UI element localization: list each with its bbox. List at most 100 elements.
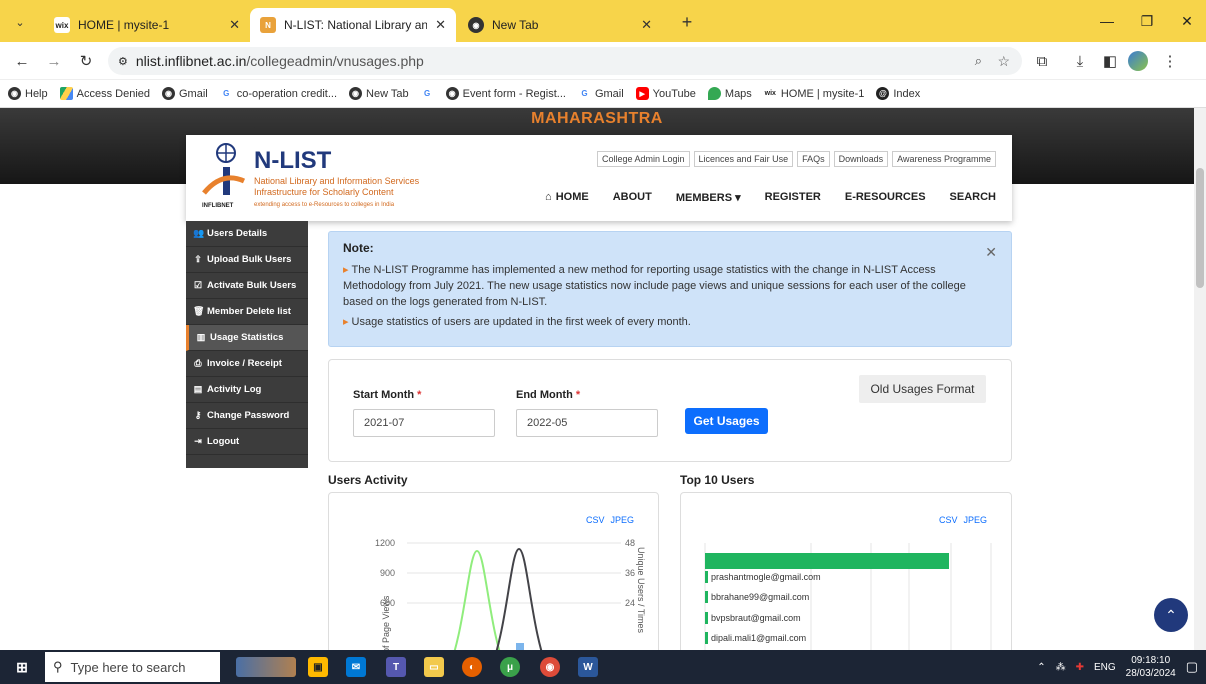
chrome-taskbar-icon[interactable]: ◉ bbox=[540, 657, 560, 677]
bookmark-index[interactable]: @ Index bbox=[876, 87, 920, 100]
close-tab-icon[interactable]: ✕ bbox=[229, 17, 240, 33]
network-icon[interactable]: ⁂ bbox=[1056, 662, 1066, 673]
forward-icon[interactable]: → bbox=[44, 51, 64, 71]
clock[interactable]: 09:18:10 28/03/2024 bbox=[1126, 654, 1176, 680]
y2-tick-label: 24 bbox=[625, 598, 635, 608]
bookmark-star-icon[interactable]: ☆ bbox=[997, 53, 1010, 70]
nlist-logo[interactable]: N-LIST National Library and Information … bbox=[200, 141, 460, 213]
sidebar-item-label: Activity Log bbox=[207, 384, 262, 395]
get-usages-button[interactable]: Get Usages bbox=[685, 408, 768, 434]
link-licences[interactable]: Licences and Fair Use bbox=[693, 151, 794, 167]
bookmark-maps[interactable]: Maps bbox=[707, 87, 752, 100]
nav-register[interactable]: REGISTER bbox=[765, 191, 821, 204]
tab-label: New Tab bbox=[492, 18, 539, 32]
sidebar-item-activity-log[interactable]: ▤ Activity Log bbox=[186, 377, 308, 403]
users-activity-chart: CSV JPEG 600 24 900 36 1200 48 of Page Views Un… bbox=[328, 492, 659, 650]
top-users-chart-svg: prashantmogle@gmail.com bbrahane99@gmail.… bbox=[704, 543, 992, 650]
logo-title: N-LIST bbox=[254, 147, 332, 174]
bookmark-google[interactable]: G bbox=[420, 87, 434, 100]
bookmark-access-denied[interactable]: Access Denied bbox=[59, 87, 150, 100]
zoom-icon[interactable]: ⌕ bbox=[975, 53, 982, 69]
nav-about[interactable]: ABOUT bbox=[613, 191, 652, 204]
bookmark-co-operation[interactable]: Gco-operation credit... bbox=[219, 87, 337, 100]
nav-e-resources[interactable]: E-RESOURCES bbox=[845, 191, 926, 204]
top-users-chart: CSV JPEG prashantmogle@gmail.com bbrahane… bbox=[680, 492, 1012, 650]
download-icon[interactable]: ⤓ bbox=[1070, 51, 1090, 71]
minimize-icon[interactable]: — bbox=[1092, 10, 1122, 32]
bookmark-label: Event form - Regist... bbox=[462, 87, 566, 100]
end-month-input[interactable]: 2022-05 bbox=[516, 409, 658, 437]
tab-home-mysite[interactable]: wix HOME | mysite-1 ✕ bbox=[44, 8, 250, 42]
address-bar[interactable]: ⚙ nlist.inflibnet.ac.in/collegeadmin/vnu… bbox=[108, 47, 1022, 75]
link-awareness[interactable]: Awareness Programme bbox=[892, 151, 996, 167]
bookmark-home-mysite[interactable]: wix HOME | mysite-1 bbox=[763, 87, 864, 100]
close-window-icon[interactable]: ✕ bbox=[1172, 10, 1202, 32]
menu-kebab-icon[interactable]: ⋮ bbox=[1160, 51, 1180, 71]
antivirus-icon[interactable]: ✚ bbox=[1076, 662, 1084, 673]
scroll-top-button[interactable]: ⌃ bbox=[1154, 598, 1188, 632]
bookmark-label: Maps bbox=[724, 87, 752, 100]
utorrent-icon[interactable]: μ bbox=[500, 657, 520, 677]
start-month-input[interactable]: 2021-07 bbox=[353, 409, 495, 437]
windows-start-icon[interactable]: ⊞ bbox=[12, 657, 32, 677]
word-icon[interactable]: W bbox=[578, 657, 598, 677]
tab-label: N-LIST: National Library and Inf bbox=[284, 18, 428, 32]
sidebar-item-activate-bulk-users[interactable]: ☑ Activate Bulk Users bbox=[186, 273, 308, 299]
close-icon[interactable]: ✕ bbox=[985, 244, 997, 260]
bookmark-gmail-2[interactable]: G Gmail bbox=[577, 87, 624, 100]
tab-new-tab[interactable]: ◉ New Tab ✕ bbox=[458, 8, 662, 42]
sidebar-item-logout[interactable]: ⇥ Logout bbox=[186, 429, 308, 455]
bookmark-gmail[interactable]: ◉ Gmail bbox=[162, 87, 208, 100]
old-usages-format-button[interactable]: Old Usages Format bbox=[859, 375, 986, 403]
bookmark-help[interactable]: ◉ Help bbox=[8, 87, 48, 100]
mail-icon[interactable]: ✉ bbox=[346, 657, 366, 677]
nav-home[interactable]: ⌂ HOME bbox=[545, 191, 589, 204]
y-tick-label: 1200 bbox=[375, 538, 395, 548]
language-indicator[interactable]: ENG bbox=[1094, 662, 1116, 673]
side-panel-icon[interactable]: ◧ bbox=[1100, 51, 1120, 71]
reload-icon[interactable]: ↻ bbox=[76, 51, 96, 71]
site-info-icon[interactable]: ⚙ bbox=[118, 55, 128, 68]
extensions-icon[interactable]: ⧉ bbox=[1032, 51, 1052, 71]
link-downloads[interactable]: Downloads bbox=[833, 151, 889, 167]
page-scrollbar[interactable] bbox=[1194, 108, 1206, 650]
file-explorer-icon[interactable]: ▭ bbox=[424, 657, 444, 677]
profile-avatar-icon[interactable] bbox=[1128, 51, 1148, 71]
scrollbar-thumb[interactable] bbox=[1196, 168, 1204, 288]
print-icon: ⎙ bbox=[194, 358, 202, 368]
bookmark-label: Gmail bbox=[594, 87, 624, 100]
note-paragraph: ▸ The N-LIST Programme has implemented a … bbox=[343, 262, 997, 310]
weather-widget-icon[interactable] bbox=[236, 657, 296, 677]
bookmark-youtube[interactable]: ▶ YouTube bbox=[635, 87, 696, 100]
teams-icon[interactable]: T bbox=[386, 657, 406, 677]
tray-chevron-icon[interactable]: ⌃ bbox=[1037, 662, 1045, 673]
taskbar-search[interactable]: ⚲ Type here to search bbox=[45, 652, 220, 682]
link-college-admin-login[interactable]: College Admin Login bbox=[596, 151, 690, 167]
sidebar-item-usage-statistics[interactable]: ▥ Usage Statistics bbox=[186, 325, 308, 351]
bookmark-new-tab[interactable]: ◉ New Tab bbox=[349, 87, 409, 100]
user-bar bbox=[705, 571, 708, 583]
sidebar-item-upload-bulk-users[interactable]: ⇪ Upload Bulk Users bbox=[186, 247, 308, 273]
bookmark-event-form[interactable]: ◉ Event form - Regist... bbox=[445, 87, 566, 100]
sidebar-item-change-password[interactable]: ⚷ Change Password bbox=[186, 403, 308, 429]
nav-search[interactable]: SEARCH bbox=[950, 191, 996, 204]
site-header: N-LIST National Library and Information … bbox=[186, 135, 1012, 221]
restore-icon[interactable]: ❐ bbox=[1132, 10, 1162, 32]
note-paragraph: ▸ Usage statistics of users are updated i… bbox=[343, 314, 997, 330]
chrome-icon: ◉ bbox=[8, 87, 21, 100]
tab-search-button[interactable]: ⌄ bbox=[8, 10, 32, 34]
youtube-icon: ▶ bbox=[635, 87, 649, 100]
sidebar-item-users-details[interactable]: 👥 Users Details bbox=[186, 221, 308, 247]
firefox-icon[interactable]: ◐ bbox=[462, 657, 482, 677]
tab-nlist[interactable]: N N-LIST: National Library and Inf ✕ bbox=[250, 8, 456, 42]
back-icon[interactable]: ← bbox=[12, 51, 32, 71]
nav-members[interactable]: MEMBERS ▾ bbox=[676, 191, 741, 204]
link-faqs[interactable]: FAQs bbox=[797, 151, 830, 167]
notifications-icon[interactable]: ▢ bbox=[1186, 659, 1198, 675]
task-view-icon[interactable]: ▣ bbox=[308, 657, 328, 677]
sidebar-item-invoice-receipt[interactable]: ⎙ Invoice / Receipt bbox=[186, 351, 308, 377]
new-tab-button[interactable]: + bbox=[675, 10, 699, 34]
close-tab-icon[interactable]: ✕ bbox=[641, 17, 652, 33]
sidebar-item-member-delete-list[interactable]: 🗑 Member Delete list bbox=[186, 299, 308, 325]
close-tab-icon[interactable]: ✕ bbox=[435, 17, 446, 33]
